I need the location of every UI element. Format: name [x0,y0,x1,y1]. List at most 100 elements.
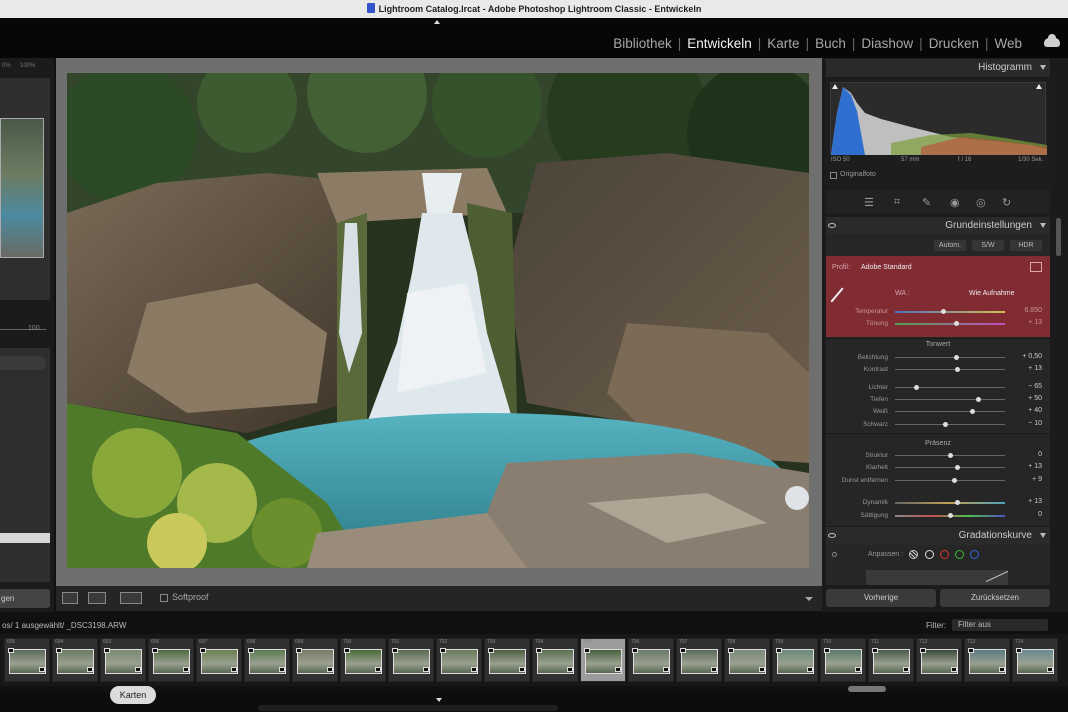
highlights-slider[interactable] [895,387,1005,388]
filmstrip-cell[interactable]: 702 [436,638,482,682]
wb-select[interactable]: Wie Aufnahme [969,290,1015,297]
profile-browser-icon[interactable] [1030,262,1042,272]
tone-curve-header[interactable]: Gradationskurve [826,527,1050,545]
exposure-slider[interactable] [895,357,1005,358]
saturation-value[interactable]: 0 [1012,511,1042,518]
temp-slider[interactable] [895,311,1005,313]
exposure-slider-knob[interactable] [953,355,959,360]
bw-button[interactable]: S/W [972,240,1004,251]
temp-value[interactable]: 6.850 [1012,307,1042,314]
collapse-top-panel-icon[interactable] [434,20,440,24]
dehaze-slider[interactable] [895,480,1005,481]
navigator-thumbnail[interactable] [0,118,44,258]
filmstrip-path[interactable]: os/ 1 ausgewählt/ _DSC3198.ARW [2,621,126,630]
filmstrip-cell[interactable]: 700 [340,638,386,682]
original-photo-checkbox[interactable] [830,172,837,179]
filmstrip-cell[interactable]: 709 [772,638,818,682]
contrast-value[interactable]: + 13 [1012,365,1042,372]
crop-icon[interactable]: ⌗ [894,196,900,209]
filmstrip-cell[interactable]: 697 [196,638,242,682]
filmstrip-cell[interactable]: 714 [1012,638,1058,682]
filmstrip-cell[interactable]: 698 [244,638,290,682]
highlights-value[interactable]: − 65 [1012,383,1042,390]
filmstrip-cell[interactable]: 701 [388,638,434,682]
reset-button[interactable]: Zurücksetzen [940,589,1050,607]
clarity-slider[interactable] [895,467,1005,468]
shadow-clipping-icon[interactable] [832,84,838,89]
eye-icon[interactable] [828,223,836,228]
vibrance-slider[interactable] [895,502,1005,504]
tint-slider[interactable] [895,323,1005,325]
healing-icon[interactable]: ✎ [922,196,931,209]
saturation-slider-knob[interactable] [948,513,953,518]
clarity-slider-knob[interactable] [954,465,960,470]
eye-icon[interactable] [828,533,836,538]
zoom-100[interactable]: 100% [20,63,35,69]
module-entwickeln[interactable]: Entwickeln [681,36,758,51]
vibrance-value[interactable]: + 13 [1012,498,1042,505]
right-panel-scrollbar[interactable] [1056,218,1061,256]
highlight-clipping-icon[interactable] [1036,84,1042,89]
filmstrip-cell[interactable]: 704 [532,638,578,682]
edit-sliders-icon[interactable]: ☰ [864,196,874,209]
dehaze-value[interactable]: + 9 [1012,476,1042,483]
module-diashow[interactable]: Diashow [855,36,919,51]
blue-channel-icon[interactable] [970,550,979,559]
masking-icon[interactable]: ◎ [976,196,986,209]
reset-icon[interactable]: ↻ [1002,196,1011,209]
module-drucken[interactable]: Drucken [923,36,985,51]
red-channel-icon[interactable] [940,550,949,559]
tint-slider-knob[interactable] [953,321,959,326]
collapse-bottom-panel-icon[interactable] [436,698,442,702]
whites-slider-knob[interactable] [970,409,975,414]
filmstrip-cell[interactable]: 711 [868,638,914,682]
auto-button[interactable]: Autom. [934,240,966,251]
filmstrip-cell[interactable]: 707 [676,638,722,682]
toolbar-menu-icon[interactable] [805,597,813,601]
basic-header[interactable]: Grundeinstellungen [826,217,1050,235]
filmstrip-cell[interactable]: 705 [580,638,626,682]
highlights-slider-knob[interactable] [913,385,919,390]
filmstrip-cell[interactable]: 703 [484,638,530,682]
vibrance-slider-knob[interactable] [954,500,960,505]
filmstrip-cell[interactable]: 712 [916,638,962,682]
cloud-icon[interactable] [1044,34,1060,47]
filmstrip-cell[interactable]: 695 [4,638,50,682]
filter-select[interactable]: Filter aus [952,619,1048,631]
module-web[interactable]: Web [988,36,1028,51]
contrast-slider-knob[interactable] [954,367,960,372]
filmstrip-cell[interactable]: 713 [964,638,1010,682]
before-after-icon[interactable] [88,592,106,604]
left-selected-row[interactable] [0,533,50,543]
left-bottom-button[interactable]: gen [0,589,50,608]
profile-select[interactable]: Adobe Standard [861,264,912,271]
module-karte[interactable]: Karte [761,36,805,51]
module-buch[interactable]: Buch [809,36,852,51]
whites-value[interactable]: + 40 [1012,407,1042,414]
tint-value[interactable]: + 13 [1012,319,1042,326]
shadows-slider-knob[interactable] [975,397,981,402]
red-eye-icon[interactable]: ◉ [950,196,960,209]
photo-waterfall[interactable] [67,73,809,568]
left-search-input[interactable] [0,356,46,370]
texture-value[interactable]: 0 [1012,451,1042,458]
filmstrip-cell[interactable]: 696 [148,638,194,682]
texture-slider-knob[interactable] [948,453,953,458]
clarity-value[interactable]: + 13 [1012,463,1042,470]
softproof-checkbox[interactable] [160,594,168,602]
blacks-value[interactable]: − 10 [1012,420,1042,427]
green-channel-icon[interactable] [955,550,964,559]
loupe-view-icon[interactable] [62,592,78,604]
blacks-slider[interactable] [895,424,1005,425]
histogram-header[interactable]: Histogramm [826,59,1050,77]
zoom-fit[interactable]: 0% [2,63,11,69]
exposure-value[interactable]: + 0,50 [1012,353,1042,360]
filmstrip-cell[interactable]: 699 [292,638,338,682]
module-bibliothek[interactable]: Bibliothek [607,36,678,51]
previous-button[interactable]: Vorherige [826,589,936,607]
target-adjust-icon[interactable] [832,552,837,557]
blacks-slider-knob[interactable] [942,422,948,427]
before-after-split-icon[interactable] [120,592,142,604]
filmstrip-cell[interactable]: 693 [100,638,146,682]
point-curve-white-icon[interactable] [925,550,934,559]
